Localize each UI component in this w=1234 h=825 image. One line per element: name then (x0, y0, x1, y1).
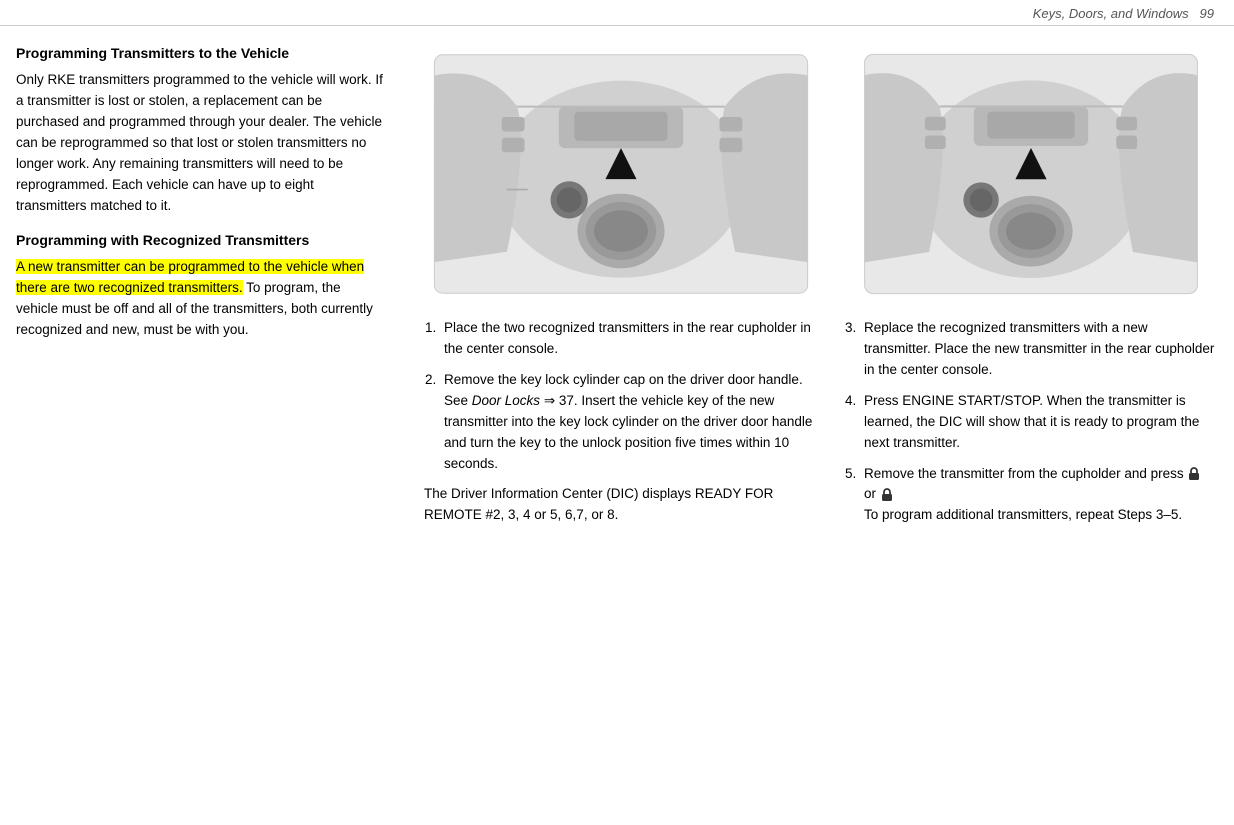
step-5: Remove the transmitter from the cupholde… (860, 464, 1218, 527)
section1-title: Programming Transmitters to the Vehicle (16, 44, 386, 62)
section2-title: Programming with Recognized Transmitters (16, 231, 386, 249)
step-1: Place the two recognized transmitters in… (440, 318, 818, 360)
step-3: Replace the recognized transmitters with… (860, 318, 1218, 381)
mid-column: Place the two recognized transmitters in… (406, 44, 836, 536)
step5-note: To program additional transmitters, repe… (864, 507, 1182, 522)
header-title: Keys, Doors, and Windows (1033, 6, 1189, 21)
right-column: Replace the recognized transmitters with… (836, 44, 1218, 536)
step2-note: The Driver Information Center (DIC) disp… (424, 484, 818, 526)
header-page-number: 99 (1200, 6, 1214, 21)
steps-list-mid: Place the two recognized transmitters in… (424, 318, 818, 474)
lock-icon-1 (1187, 467, 1201, 481)
content-area: Programming Transmitters to the Vehicle … (0, 26, 1234, 552)
left-column: Programming Transmitters to the Vehicle … (16, 44, 406, 536)
step-4: Press ENGINE START/STOP. When the transm… (860, 391, 1218, 454)
steps-list-right: Replace the recognized transmitters with… (844, 318, 1218, 526)
car-illustration-1 (424, 44, 818, 304)
section1-body: Only RKE transmitters programmed to the … (16, 70, 386, 216)
step-2: Remove the key lock cylinder cap on the … (440, 370, 818, 475)
page-header: Keys, Doors, and Windows 99 (0, 0, 1234, 26)
lock-icon-2 (880, 488, 894, 502)
car-illustration-2 (844, 44, 1218, 304)
section2-body: A new transmitter can be programmed to t… (16, 257, 386, 341)
